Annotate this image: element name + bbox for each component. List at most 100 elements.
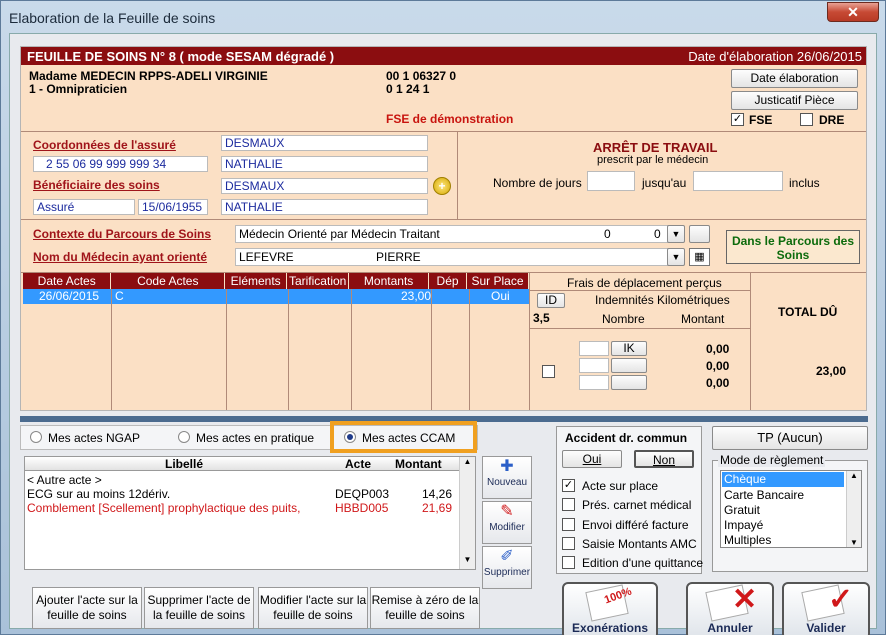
contexte-v2: 0 (654, 227, 661, 241)
date-elaboration-button[interactable]: Date élaboration (731, 69, 858, 88)
inclus-label: inclus (789, 176, 820, 190)
ccam-label[interactable]: Mes actes CCAM (362, 431, 455, 445)
option-label-0: Acte sur place (582, 479, 659, 493)
option-checkbox-1[interactable] (562, 498, 575, 511)
supprimer-acte-button[interactable]: Supprimer l'acte de la feuille de soins (144, 587, 254, 629)
accident-non-button[interactable]: Non (634, 450, 694, 468)
reglement-item[interactable]: Gratuit (724, 503, 760, 517)
valider-button[interactable]: ✓ Valider (782, 582, 870, 635)
nombre-input-3[interactable] (579, 375, 609, 390)
option-checkbox-3[interactable] (562, 537, 575, 550)
ccam-radio[interactable] (344, 431, 356, 443)
contexte-select[interactable]: Médecin Orienté par Médecin Traitant 0 0 (235, 225, 683, 243)
beneficiaire-link[interactable]: Bénéficiaire des soins (33, 178, 160, 192)
reglement-item[interactable]: Multiples (724, 533, 771, 547)
frais-checkbox[interactable] (542, 365, 555, 378)
scroll-up-icon[interactable]: ▲ (847, 471, 861, 480)
reglement-item[interactable]: Carte Bancaire (724, 488, 804, 502)
scroll-down-icon[interactable]: ▼ (847, 538, 861, 547)
list-header-montant: Montant (395, 457, 442, 471)
dre-checkbox[interactable] (800, 113, 813, 126)
table-row[interactable]: 26/06/2015 C 23,00 Oui (23, 289, 529, 304)
ik-button[interactable]: IK (611, 341, 647, 356)
nouveau-button[interactable]: ✚ Nouveau (482, 456, 532, 499)
jusqu-input[interactable] (693, 171, 783, 191)
supprimer-button[interactable]: ✐ Supprimer (482, 546, 532, 589)
list-item[interactable]: ECG sur au moins 12dériv. DEQP003 14,26 (27, 487, 457, 501)
assure-prenom-field[interactable]: NATHALIE (221, 156, 428, 172)
benef-nom-field[interactable]: DESMAUX (221, 178, 428, 194)
option-checkbox-0[interactable]: ✓ (562, 479, 575, 492)
option-label-1: Prés. carnet médical (582, 498, 692, 512)
pratique-radio[interactable] (178, 431, 190, 443)
fse-label: FSE (749, 113, 773, 127)
reglement-scrollbar[interactable]: ▲ ▼ (846, 471, 861, 547)
scroll-down-icon[interactable]: ▼ (460, 555, 475, 569)
add-beneficiary-icon[interactable]: + (433, 177, 451, 195)
option-checkbox-4[interactable] (562, 556, 575, 569)
contexte-extra-button[interactable] (689, 225, 710, 243)
medecin-select[interactable]: LEFEVRE PIERRE (235, 248, 683, 266)
reglement-item[interactable]: Chèque (722, 472, 844, 487)
modifier-acte-button[interactable]: Modifier l'acte sur la feuille de soins (258, 587, 368, 629)
list-item[interactable]: < Autre acte > (27, 473, 457, 487)
frais-button-3[interactable] (611, 375, 647, 390)
coordonnees-link[interactable]: Coordonnées de l'assuré (33, 138, 176, 152)
total-label: TOTAL DÛ (778, 305, 838, 319)
arret-title: ARRÊT DE TRAVAIL (593, 140, 718, 155)
list-item[interactable]: Comblement [Scellement] prophylactique d… (27, 501, 457, 515)
accident-oui-button[interactable]: Oui (562, 450, 622, 468)
fse-header: FEUILLE DE SOINS N° 8 ( mode SESAM dégra… (21, 47, 866, 65)
col-dep: Dép (428, 273, 468, 289)
date-elaboration-label: Date d'élaboration 26/06/2015 (688, 49, 862, 64)
reglement-list[interactable]: Chèque Carte Bancaire Gratuit Impayé Mul… (720, 470, 862, 548)
nombre-input-2[interactable] (579, 358, 609, 373)
medecin-oriente-link[interactable]: Nom du Médecin ayant orienté (33, 250, 207, 264)
fse-checkbox[interactable]: ✓ (731, 113, 744, 126)
reglement-item[interactable]: Impayé (724, 518, 763, 532)
calendar-icon[interactable]: ▦ (689, 248, 710, 266)
col-date: Date Actes (23, 273, 112, 289)
list-scrollbar[interactable]: ▲ ▼ (459, 457, 475, 569)
annuler-label: Annuler (707, 621, 753, 635)
tp-button[interactable]: TP (Aucun) (712, 426, 868, 450)
ngap-label[interactable]: Mes actes NGAP (48, 431, 140, 445)
frais-title: Frais de déplacement perçus (567, 276, 722, 290)
doctor-id2: 0 1 24 1 (386, 82, 430, 96)
id-button[interactable]: ID (537, 293, 565, 308)
contexte-parcours-link[interactable]: Contexte du Parcours de Soins (33, 227, 211, 241)
cancel-x-icon: ✕ (732, 583, 758, 616)
exonerations-button[interactable]: 100% Exonérations (562, 582, 658, 635)
nir-field[interactable]: 2 55 06 99 999 999 34 (33, 156, 208, 172)
nombre-input-1[interactable] (579, 341, 609, 356)
client-area: FEUILLE DE SOINS N° 8 ( mode SESAM dégra… (9, 33, 877, 635)
title-bar: Elaboration de la Feuille de soins ✕ (1, 1, 885, 33)
assure-nom-field[interactable]: DESMAUX (221, 135, 428, 151)
benef-prenom-field[interactable]: NATHALIE (221, 199, 428, 215)
col-montants: Montants (348, 273, 430, 289)
ajouter-acte-button[interactable]: Ajouter l'acte sur la feuille de soins (32, 587, 142, 629)
nouveau-label: Nouveau (486, 477, 528, 488)
nb-jours-input[interactable] (587, 171, 635, 191)
chevron-down-icon[interactable]: ▼ (667, 248, 685, 266)
qualite-field[interactable]: Assuré (33, 199, 135, 215)
annuler-button[interactable]: ✕ Annuler (686, 582, 774, 635)
option-checkbox-2[interactable] (562, 518, 575, 531)
list-item-acte: HBBD005 (335, 501, 389, 515)
chevron-down-icon[interactable]: ▼ (667, 225, 685, 243)
close-button[interactable]: ✕ (827, 2, 879, 22)
remise-zero-button[interactable]: Remise à zéro de la feuille de soins (370, 587, 480, 629)
col-surplace: Sur Place (466, 273, 529, 289)
ngap-radio[interactable] (30, 431, 42, 443)
row-montant: 23,00 (401, 289, 432, 303)
scroll-up-icon[interactable]: ▲ (460, 457, 475, 471)
reglement-title: Mode de règlement (718, 453, 826, 467)
pratique-label[interactable]: Mes actes en pratique (196, 431, 314, 445)
fse-panel: FEUILLE DE SOINS N° 8 ( mode SESAM dégra… (20, 46, 867, 411)
option-label-3: Saisie Montants AMC (582, 537, 697, 551)
modifier-button[interactable]: ✎ Modifier (482, 501, 532, 544)
justificatif-button[interactable]: Justicatif Pièce (731, 91, 858, 110)
frais-button-2[interactable] (611, 358, 647, 373)
naissance-field[interactable]: 15/06/1955 (138, 199, 208, 215)
valider-label: Valider (806, 621, 846, 635)
